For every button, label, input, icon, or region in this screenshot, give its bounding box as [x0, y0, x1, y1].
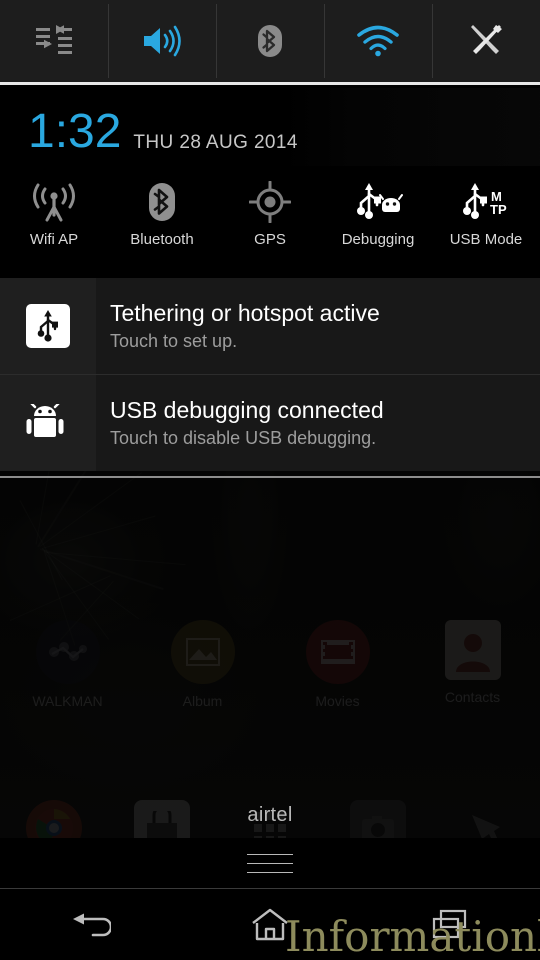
notification-row-tethering[interactable]: Tethering or hotspot active Touch to set…	[0, 278, 540, 375]
bluetooth-icon	[148, 177, 176, 227]
grip-line	[247, 862, 293, 864]
notification-icon-container	[0, 375, 96, 471]
home-app-walkman[interactable]: WALKMAN	[0, 620, 135, 709]
toggle-label: USB Mode	[449, 231, 523, 248]
toggle-label: Debugging	[341, 231, 415, 248]
toggle-wifi-ap[interactable]: Wifi AP	[0, 166, 108, 278]
home-app-contacts[interactable]: Contacts	[405, 620, 540, 709]
usb-tethering-icon	[26, 304, 70, 348]
android-bugdroid-icon	[26, 403, 70, 443]
notification-shade-drag-handle[interactable]	[0, 838, 540, 888]
toggle-usb-mode[interactable]: M TP USB Mode	[432, 166, 540, 278]
recents-icon[interactable]	[360, 889, 540, 960]
clock-time: 1:32	[28, 105, 122, 158]
home-app-label: Contacts	[444, 689, 501, 705]
home-screen-app-row: WALKMAN Album Movies Contacts	[0, 620, 540, 709]
data-transfer-icon[interactable]	[0, 0, 108, 82]
notification-icon-container	[0, 278, 96, 374]
clock-strip: 1:32 THU 28 AUG 2014	[0, 88, 540, 166]
contacts-icon	[444, 620, 501, 680]
settings-tools-icon[interactable]	[432, 0, 540, 82]
toggle-gps[interactable]: GPS	[216, 166, 324, 278]
movies-icon	[305, 620, 370, 684]
home-app-label: Movies	[315, 693, 360, 709]
usb-debugging-icon	[350, 177, 406, 227]
home-app-movies[interactable]: Movies	[270, 620, 405, 709]
home-app-label: WALKMAN	[32, 693, 103, 709]
grip-line	[247, 853, 293, 855]
notification-title: USB debugging connected	[110, 397, 384, 423]
notification-text: USB debugging connected Touch to disable…	[96, 397, 540, 449]
quick-settings-toggles: Wifi AP Bluetooth GPS Debugging M TP USB…	[0, 166, 540, 278]
notification-title: Tethering or hotspot active	[110, 300, 380, 326]
notification-list: Tethering or hotspot active Touch to set…	[0, 278, 540, 471]
walkman-icon	[35, 620, 100, 684]
home-app-label: Album	[182, 693, 223, 709]
album-icon	[170, 620, 235, 684]
volume-icon[interactable]	[108, 0, 216, 82]
back-icon[interactable]	[0, 889, 180, 960]
android-notification-shade: WALKMAN Album Movies Contacts airtel 1:3…	[0, 0, 540, 960]
toggle-label: Bluetooth	[130, 231, 194, 248]
svg-text:TP: TP	[490, 202, 507, 217]
carrier-label: airtel	[247, 804, 293, 826]
home-icon[interactable]	[180, 889, 360, 960]
usb-mtp-icon: M TP	[458, 177, 514, 227]
wifi-icon[interactable]	[324, 0, 432, 82]
notification-subtitle: Touch to disable USB debugging.	[110, 428, 377, 448]
notification-subtitle: Touch to set up.	[110, 331, 238, 351]
toggle-usb-debugging[interactable]: Debugging	[324, 166, 432, 278]
toggle-label: Wifi AP	[29, 231, 79, 248]
navigation-bar	[0, 889, 540, 960]
gps-icon	[249, 177, 291, 227]
toggle-label: GPS	[254, 231, 286, 248]
notification-text: Tethering or hotspot active Touch to set…	[96, 300, 540, 352]
notification-row-usb-debugging[interactable]: USB debugging connected Touch to disable…	[0, 375, 540, 471]
grip-line	[247, 871, 293, 873]
notification-panel-bottom-rule	[0, 476, 540, 478]
clock-date: THU 28 AUG 2014	[133, 132, 298, 153]
bluetooth-icon[interactable]	[216, 0, 324, 82]
wifi-ap-icon	[30, 177, 78, 227]
quick-toolbar	[0, 0, 540, 82]
home-app-album[interactable]: Album	[135, 620, 270, 709]
toggle-bluetooth[interactable]: Bluetooth	[108, 166, 216, 278]
